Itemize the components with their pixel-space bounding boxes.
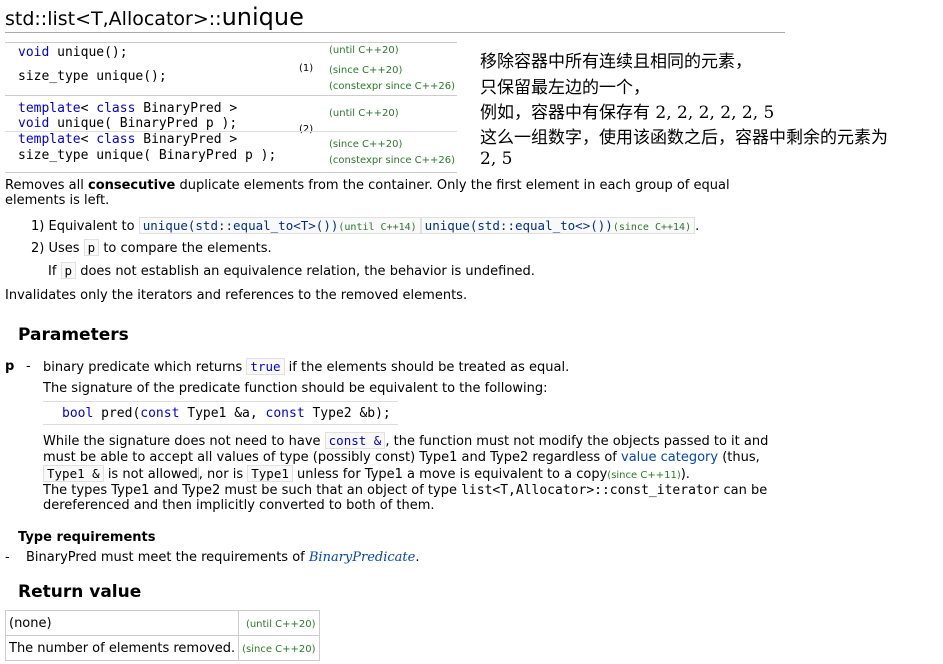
code-const-ref: const & [324, 432, 386, 449]
code-const-iterator: list<T,Allocator>::const_iterator [461, 483, 720, 498]
param-name: p [5, 359, 15, 374]
declaration-line: size_type unique( BinaryPred p ); [18, 148, 277, 163]
title-divider [5, 32, 785, 33]
param-dash: - [26, 359, 31, 374]
signature-note: While the signature does not need to hav… [43, 432, 769, 482]
return-value-table: (none) (until C++20) The number of eleme… [4, 610, 320, 661]
version-badge: (until C++20) [329, 108, 399, 119]
annotation-line-3: 例如，容器中有保存有 2, 2, 2, 2, 2, 5 [480, 103, 775, 123]
code-equal-to-T: unique(std::equal_to<T>())(until C++14) [138, 217, 421, 234]
signature-code: bool pred(const Type1 &a, const Type2 &b… [62, 406, 391, 421]
overload-number: (1) [299, 63, 314, 74]
declaration-group: template< class BinaryPred > (until C++20… [5, 98, 457, 173]
overload-1-description: 1) Equivalent to unique(std::equal_to<T>… [31, 217, 700, 234]
code-p: p [83, 239, 100, 256]
declaration-divider [5, 95, 457, 96]
version-badge: (since C++20) [329, 139, 403, 150]
type-req-dash: - [5, 550, 10, 565]
declaration-divider [5, 42, 457, 43]
version-badge: (since C++20) [329, 65, 403, 76]
return-text: (none) [4, 610, 240, 636]
signature-intro: The signature of the predicate function … [43, 381, 548, 396]
return-text: The number of elements removed. [4, 635, 240, 661]
version-badge: (until C++20) [245, 618, 316, 630]
description-paragraph: Removes all consecutive duplicate elemen… [5, 178, 730, 208]
annotation-line-1: 移除容器中所有连续且相同的元素， [480, 52, 752, 72]
version-badge: (until C++20) [329, 45, 399, 56]
return-value-heading: Return value [18, 582, 142, 602]
declaration-line: template< class BinaryPred > [18, 101, 238, 116]
declaration-line: size_type unique(); [18, 69, 167, 84]
type-requirement-item: BinaryPred must meet the requirements of… [26, 550, 420, 565]
value-category-link[interactable]: value category [621, 450, 718, 465]
title-prefix: std::list<T,Allocator>:: [5, 8, 222, 30]
version-badge: (constexpr since C++26) [329, 155, 456, 166]
invalidation-note: Invalidates only the iterators and refer… [5, 288, 468, 303]
code-type1: Type1 [247, 465, 293, 482]
type-requirements-heading: Type requirements [18, 530, 156, 545]
version-badge: (constexpr since C++26) [329, 81, 456, 92]
declaration-line: void unique(); [18, 45, 128, 60]
title-name: unique [221, 3, 304, 31]
page-title: std::list<T,Allocator>::unique [5, 3, 304, 31]
code-true: true [246, 358, 285, 375]
overload-number: (2) [299, 124, 314, 135]
annotation-line-4: 这么一组数字，使用该函数之后，容器中剩余的元素为 [480, 128, 888, 148]
code-equal-to-void: unique(std::equal_to<>())(since C++14) [420, 217, 696, 234]
code-type1-ref: Type1 & [43, 465, 104, 482]
param-p-description: binary predicate which returns true if t… [43, 358, 570, 375]
code-p: p [60, 262, 77, 279]
types-note: The types Type1 and Type2 must be such t… [43, 483, 768, 513]
emphasis-consecutive: consecutive [87, 178, 176, 193]
annotation-line-5: 2, 5 [480, 149, 513, 169]
declaration-group: void unique(); (until C++20) size_type uni… [5, 42, 457, 96]
declaration-line: template< class BinaryPred > [18, 132, 238, 147]
version-badge: (since C++20) [242, 643, 316, 655]
signature-code-box: bool pred(const Type1 &a, const Type2 &b… [43, 401, 398, 425]
declaration-line: void unique( BinaryPred p ); [18, 116, 238, 131]
annotation-line-2: 只保留最左边的一个， [480, 78, 650, 98]
overload-2-description: 2) Uses p to compare the elements. [31, 239, 272, 256]
declaration-divider [5, 131, 457, 132]
parameters-heading: Parameters [18, 325, 129, 345]
binary-predicate-link[interactable]: BinaryPredicate [309, 550, 415, 565]
table-row: (none) (until C++20) [4, 610, 320, 636]
overload-2-note: If p does not establish an equivalence r… [48, 262, 535, 279]
table-row: The number of elements removed. (since C… [4, 635, 320, 661]
declaration-divider [5, 172, 457, 173]
